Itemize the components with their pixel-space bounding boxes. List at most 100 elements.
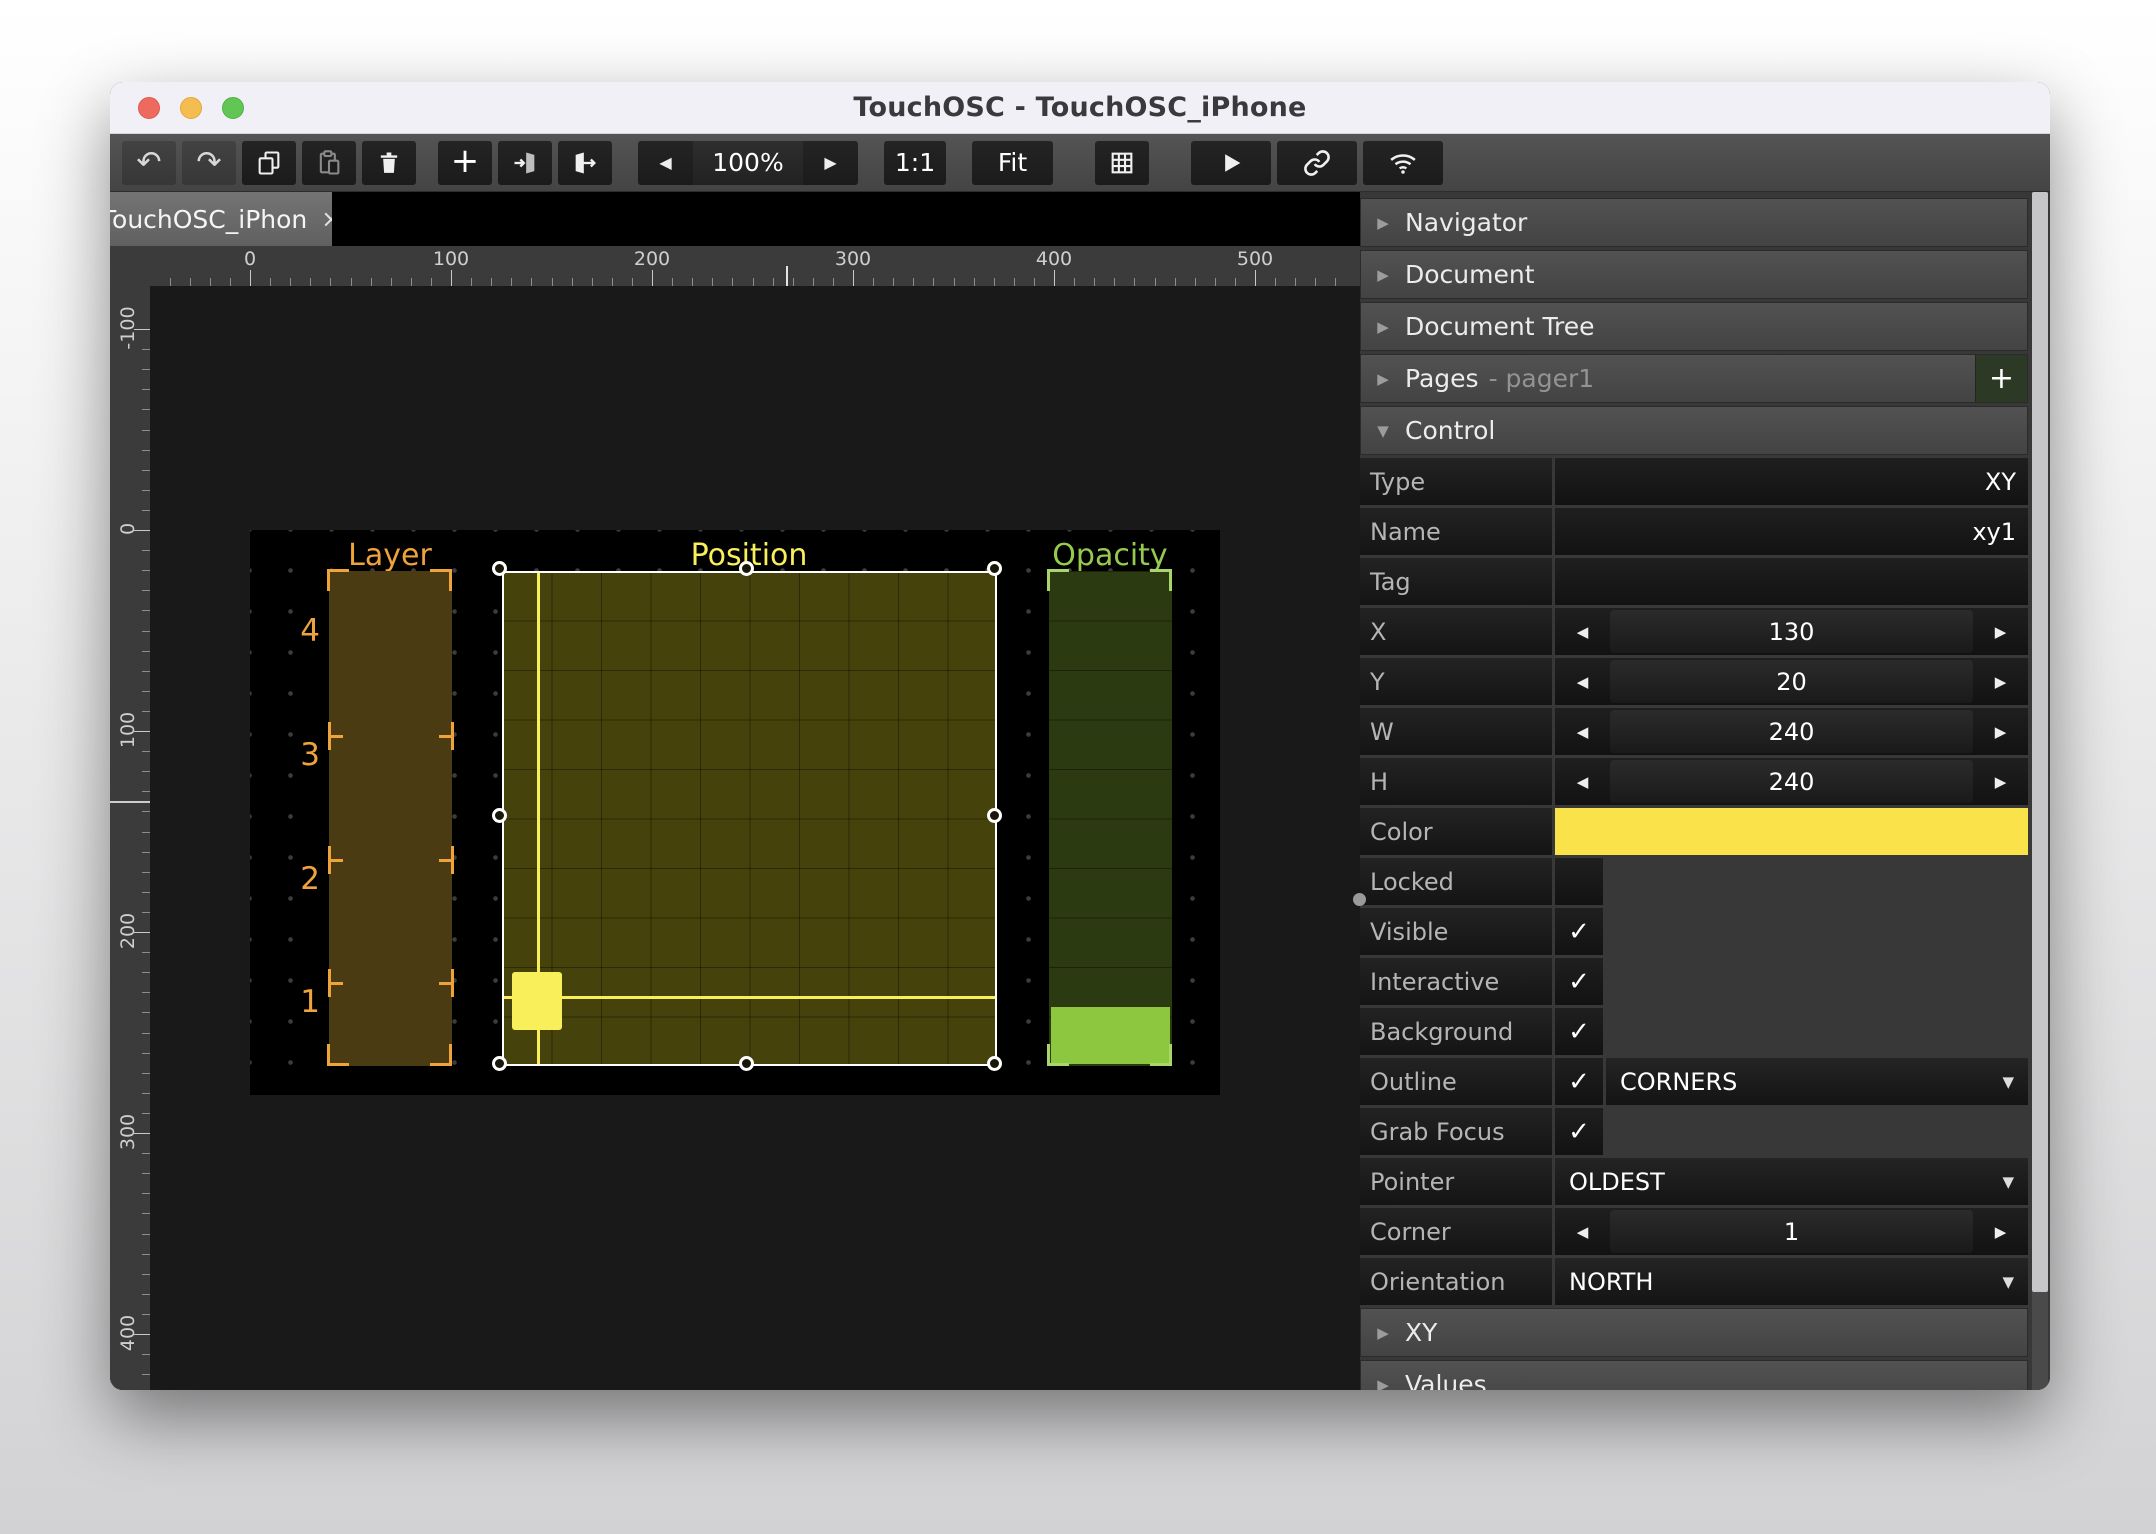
stepper-increase-button[interactable]: ▶	[1973, 758, 2028, 805]
property-label: Y	[1360, 658, 1552, 705]
dropdown-select[interactable]: OLDEST▼	[1555, 1158, 2028, 1205]
stepper-decrease-button[interactable]: ◀	[1555, 608, 1610, 655]
zoom-out-button[interactable]: ◀	[638, 141, 693, 185]
layer-option-4[interactable]: 4	[280, 613, 320, 649]
stepper-value[interactable]: 130	[1610, 610, 1973, 653]
section-header-document[interactable]: ▶Document	[1360, 250, 2028, 299]
property-label: Grab Focus	[1360, 1108, 1552, 1155]
zoom-window-button[interactable]	[222, 97, 244, 119]
ruler-tick	[572, 278, 573, 286]
panel-resize-handle[interactable]	[1353, 893, 1366, 906]
layer-radio-control[interactable]	[329, 571, 452, 1066]
stepper-value[interactable]: 240	[1610, 710, 1973, 753]
checkbox-checked[interactable]: ✓	[1555, 908, 1603, 955]
ruler-tick	[773, 278, 774, 286]
panel-scrollbar-thumb[interactable]	[2032, 192, 2048, 1292]
segment-tick	[328, 846, 331, 874]
undo-button[interactable]: ↶	[122, 141, 176, 185]
zoom-control: ◀ 100% ▶	[638, 141, 858, 185]
layer-option-3[interactable]: 3	[280, 737, 320, 773]
checkbox-checked[interactable]: ✓	[1555, 958, 1603, 1005]
stepper-decrease-button[interactable]: ◀	[1555, 1208, 1610, 1255]
selection-handle[interactable]	[987, 561, 1002, 576]
stepper-decrease-button[interactable]: ◀	[1555, 708, 1610, 755]
selection-handle[interactable]	[492, 1056, 507, 1071]
paste-button[interactable]	[302, 141, 356, 185]
redo-button[interactable]: ↷	[182, 141, 236, 185]
import-button[interactable]	[498, 141, 552, 185]
section-header-xy[interactable]: ▶XY	[1360, 1308, 2028, 1357]
stepper-value[interactable]: 20	[1610, 660, 1973, 703]
section-header-pages[interactable]: ▶Pages- pager1+	[1360, 354, 2028, 403]
property-value: ✓	[1555, 1108, 2028, 1155]
title-bar[interactable]: TouchOSC - TouchOSC_iPhone	[110, 82, 2050, 134]
layer-option-2[interactable]: 2	[280, 861, 320, 897]
section-header-navigator[interactable]: ▶Navigator	[1360, 198, 2028, 247]
stepper-increase-button[interactable]: ▶	[1973, 1208, 2028, 1255]
ruler-tick	[692, 278, 693, 286]
dropdown-select[interactable]: NORTH▼	[1555, 1258, 2028, 1305]
tab-close-icon[interactable]: ×	[321, 205, 332, 233]
stepper-decrease-button[interactable]: ◀	[1555, 658, 1610, 705]
property-value: OLDEST▼	[1555, 1158, 2028, 1205]
property-value: NORTH▼	[1555, 1258, 2028, 1305]
checkbox-checked[interactable]: ✓	[1555, 1058, 1603, 1105]
stepper-increase-button[interactable]: ▶	[1973, 658, 2028, 705]
checkbox-unchecked[interactable]	[1555, 858, 1603, 905]
checkbox-checked[interactable]: ✓	[1555, 1008, 1603, 1055]
ruler-tick	[142, 1354, 150, 1355]
value-text[interactable]: xy1	[1555, 508, 2028, 555]
property-label: Name	[1360, 508, 1552, 555]
property-value: ✓	[1555, 908, 2028, 955]
control-label-layer: Layer	[348, 538, 432, 573]
document-tab[interactable]: TouchOSC_iPhon ×	[110, 192, 332, 246]
close-window-button[interactable]	[138, 97, 160, 119]
ruler-tick	[142, 1314, 150, 1315]
section-header-values[interactable]: ▶Values	[1360, 1360, 2028, 1390]
import-icon	[511, 149, 539, 177]
add-page-button[interactable]: +	[1975, 355, 2027, 402]
layer-option-1[interactable]: 1	[280, 984, 320, 1020]
color-swatch[interactable]	[1555, 808, 2028, 855]
selection-handle[interactable]	[492, 561, 507, 576]
copy-button[interactable]	[242, 141, 296, 185]
device-screen[interactable]: LayerPositionOpacity4321	[250, 530, 1220, 1095]
play-button[interactable]	[1191, 141, 1271, 185]
value-text[interactable]	[1555, 558, 2028, 605]
connections-button[interactable]	[1277, 141, 1357, 185]
fit-button[interactable]: Fit	[972, 141, 1053, 185]
ruler-tick	[142, 610, 150, 611]
section-header-control[interactable]: ▼Control	[1360, 406, 2028, 455]
stepper-value[interactable]: 1	[1610, 1210, 1973, 1253]
selection-handle[interactable]	[987, 1056, 1002, 1071]
selection-handle[interactable]	[492, 808, 507, 823]
add-control-button[interactable]: +	[438, 141, 492, 185]
grid-button[interactable]	[1095, 141, 1149, 185]
delete-button[interactable]	[362, 141, 416, 185]
stepper-increase-button[interactable]: ▶	[1973, 608, 2028, 655]
selection-handle[interactable]	[739, 1056, 754, 1071]
stepper-value[interactable]: 240	[1610, 760, 1973, 803]
dropdown-select[interactable]: CORNERS▼	[1606, 1058, 2028, 1105]
stepper-increase-button[interactable]: ▶	[1973, 708, 2028, 755]
minimize-window-button[interactable]	[180, 97, 202, 119]
actual-size-button[interactable]: 1:1	[884, 141, 946, 185]
canvas[interactable]: LayerPositionOpacity4321	[150, 286, 1360, 1390]
value-text[interactable]: XY	[1555, 458, 2028, 505]
selection-handle[interactable]	[987, 808, 1002, 823]
ruler-tick	[712, 278, 713, 286]
section-header-document-tree[interactable]: ▶Document Tree	[1360, 302, 2028, 351]
opacity-fader-control[interactable]	[1049, 571, 1172, 1066]
selection-handle[interactable]	[739, 561, 754, 576]
sync-button[interactable]	[1363, 141, 1443, 185]
dropdown-value: NORTH	[1569, 1268, 1653, 1296]
property-row-visible: Visible✓	[1360, 908, 2028, 955]
ruler-tick	[310, 278, 311, 286]
ruler-tick	[1255, 270, 1256, 286]
stepper-decrease-button[interactable]: ◀	[1555, 758, 1610, 805]
zoom-in-button[interactable]: ▶	[803, 141, 858, 185]
ruler-tick	[142, 1193, 150, 1194]
checkbox-checked[interactable]: ✓	[1555, 1108, 1603, 1155]
property-row-interactive: Interactive✓	[1360, 958, 2028, 1005]
export-button[interactable]	[558, 141, 612, 185]
